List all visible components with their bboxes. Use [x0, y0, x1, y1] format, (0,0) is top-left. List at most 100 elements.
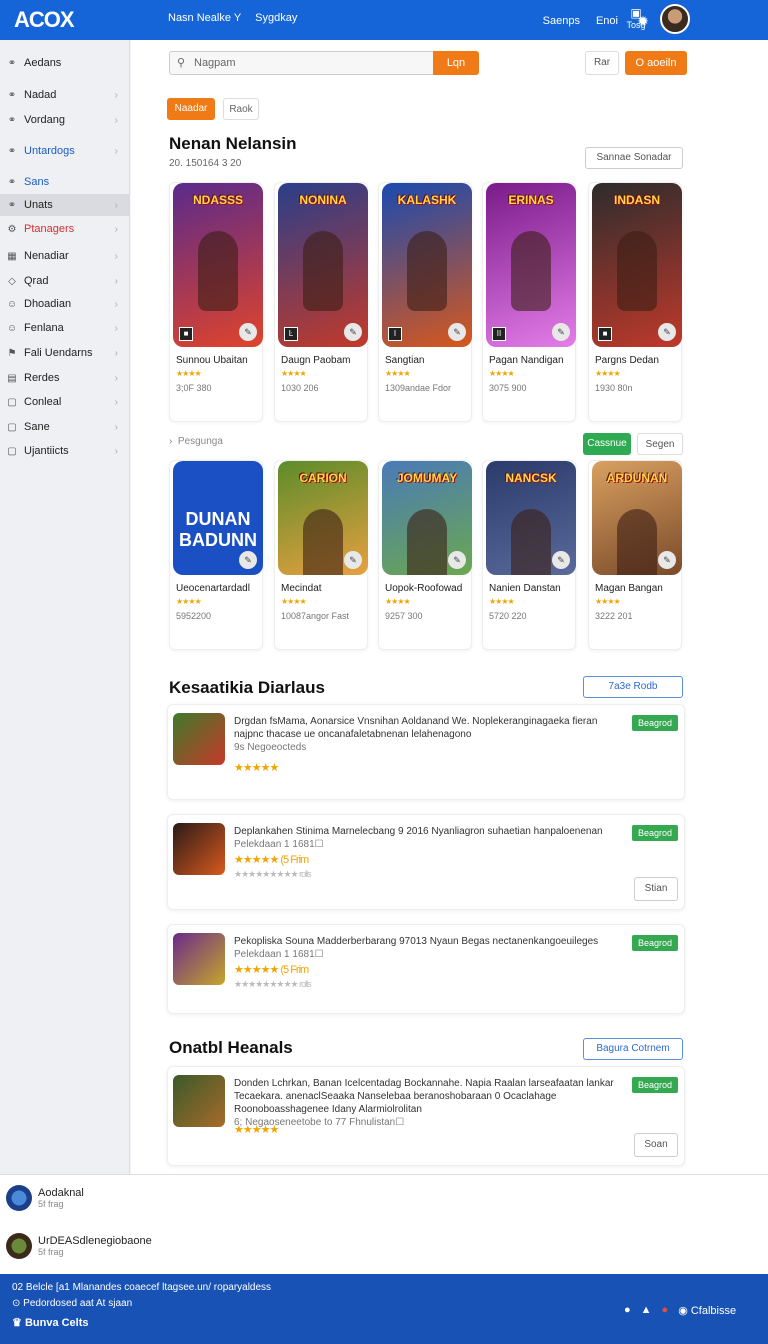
- edit-icon[interactable]: ✎: [658, 323, 676, 341]
- game-title: Magan Bangan: [595, 583, 663, 594]
- star-rating: ★★★★★ (5 Frim: [234, 854, 309, 866]
- review-card[interactable]: Deplankahen Stinima Marnelecbang 9 2016 …: [167, 814, 685, 910]
- sidebar-item[interactable]: ☺ Fenlana ›: [0, 317, 130, 339]
- primary-action-button[interactable]: O aoeiln: [625, 51, 687, 75]
- secondary-action-button[interactable]: Stian: [634, 877, 678, 901]
- section-button[interactable]: Sannae Sonadar: [585, 147, 683, 169]
- edit-icon[interactable]: ✎: [448, 323, 466, 341]
- sidebar-item[interactable]: ⚭ Untardogs ›: [0, 140, 130, 162]
- game-thumbnail[interactable]: [173, 713, 225, 765]
- edit-icon[interactable]: ✎: [239, 551, 257, 569]
- game-thumbnail[interactable]: [173, 933, 225, 985]
- game-card[interactable]: NONINA Ŀ ✎ Daugn Paobam ★★★★ 1030 206: [274, 182, 368, 422]
- game-card[interactable]: ERINAS II ✎ Pagan Nandigan ★★★★ 3075 900: [482, 182, 576, 422]
- secondary-action-button[interactable]: Soan: [634, 1133, 678, 1157]
- get-button[interactable]: Beagrod: [632, 715, 678, 731]
- box-icon: ▢: [7, 396, 17, 408]
- game-thumbnail[interactable]: [173, 823, 225, 875]
- sidebar-item[interactable]: ▤ Rerdes ›: [0, 367, 130, 389]
- sidebar-item[interactable]: ⚭ Aedans: [0, 52, 130, 74]
- top-link-enoi[interactable]: Enoi: [596, 15, 618, 27]
- sidebar-item[interactable]: ⚭ Unats ›: [0, 194, 130, 216]
- edit-icon[interactable]: ✎: [239, 323, 257, 341]
- chat-icon[interactable]: ●: [624, 1304, 631, 1317]
- sidebar-item[interactable]: ⚭ Vordang ›: [0, 109, 130, 131]
- search-input[interactable]: ⚲ Nagpam: [169, 51, 435, 75]
- filter-chip[interactable]: Raok: [223, 98, 259, 120]
- secondary-button[interactable]: Rar: [585, 51, 619, 75]
- user-icon: ☺: [6, 322, 18, 334]
- edit-icon[interactable]: ✎: [552, 551, 570, 569]
- game-cover-art[interactable]: NANCSK ✎: [486, 461, 576, 575]
- chevron-right-icon: ›: [114, 250, 118, 262]
- edit-icon[interactable]: ✎: [658, 551, 676, 569]
- game-cover-art[interactable]: ARDUNAN ✎: [592, 461, 682, 575]
- sidebar-item[interactable]: ⚭ Nadad ›: [0, 84, 130, 106]
- chart-icon[interactable]: ▲: [641, 1304, 652, 1317]
- game-cover-art[interactable]: DUNAN BADUNN ✎: [173, 461, 263, 575]
- edit-icon[interactable]: ✎: [344, 551, 362, 569]
- sidebar-item[interactable]: ⚭ Sans: [0, 171, 130, 193]
- get-button[interactable]: Beagrod: [632, 1077, 678, 1093]
- edit-icon[interactable]: ✎: [552, 323, 570, 341]
- game-cover-art[interactable]: CARION ✎: [278, 461, 368, 575]
- game-cover-art[interactable]: KALASHK I ✎: [382, 183, 472, 347]
- user-avatar[interactable]: [660, 4, 690, 34]
- top-nav-item[interactable]: Sygdkay: [255, 12, 297, 24]
- game-cover-art[interactable]: ERINAS II ✎: [486, 183, 576, 347]
- game-card[interactable]: DUNAN BADUNN ✎ Ueocenartardadl ★★★★ 5952200: [169, 460, 263, 650]
- get-button[interactable]: Beagrod: [632, 825, 678, 841]
- star-rating: ★★★★: [176, 597, 202, 606]
- review-card[interactable]: Drgdan fsMama, Aonarsice Vnsnihan Aoldan…: [167, 704, 685, 800]
- sidebar-item[interactable]: ⚙ Ptanagers ›: [0, 218, 130, 240]
- section-title: Kesaatikia Diarlaus: [169, 678, 325, 697]
- game-cover-art[interactable]: NDASSS ■ ✎: [173, 183, 263, 347]
- user-entry[interactable]: UrDEASdlenegiobaone 5f frag: [6, 1233, 152, 1259]
- sidebar-item[interactable]: ☺ Dhoadian ›: [0, 293, 130, 315]
- account-button[interactable]: ▣ Tosg: [622, 6, 650, 34]
- sidebar-item[interactable]: ▢ Sane ›: [0, 416, 130, 438]
- top-nav-item[interactable]: Nasn Nealke Y: [168, 12, 241, 24]
- sidebar-item[interactable]: ▢ Ujantiicts ›: [0, 440, 130, 462]
- rating-distribution: ★★★★★★★★★ rolls: [234, 979, 312, 989]
- game-thumbnail[interactable]: [173, 1075, 225, 1127]
- sidebar-item[interactable]: ⚑ Fali Uendarns ›: [0, 342, 130, 364]
- sidebar-item[interactable]: ▦ Nenadiar ›: [0, 245, 130, 267]
- tab-chip-active[interactable]: Cassnue: [583, 433, 631, 455]
- get-button[interactable]: Beagrod: [632, 935, 678, 951]
- top-link-saenps[interactable]: Saenps: [543, 15, 580, 27]
- cover-title: CARION: [299, 471, 347, 485]
- game-card[interactable]: ARDUNAN ✎ Magan Bangan ★★★★ 3222 201: [588, 460, 682, 650]
- game-card[interactable]: INDASN ■ ✎ Pargns Dedan ★★★★ 1930 80n: [588, 182, 682, 422]
- review-meta: Pelekdaan 1 1681☐: [234, 839, 324, 850]
- game-card[interactable]: NDASSS ■ ✎ Sunnou Ubaitan ★★★★ 3;0F 380: [169, 182, 263, 422]
- edit-icon[interactable]: ✎: [448, 551, 466, 569]
- sidebar-item[interactable]: ▢ Conleal ›: [0, 391, 130, 413]
- user-entry[interactable]: Aodaknal 5f frag: [6, 1185, 84, 1211]
- review-card[interactable]: Pekopliska Souna Madderberbarang 97013 N…: [167, 924, 685, 1014]
- sidebar-item[interactable]: ◇ Qrad ›: [0, 270, 130, 292]
- character-figure: [303, 231, 343, 311]
- game-card[interactable]: NANCSK ✎ Nanien Danstan ★★★★ 5720 220: [482, 460, 576, 650]
- game-card[interactable]: CARION ✎ Mecindat ★★★★ 10087angor Fast: [274, 460, 368, 650]
- game-card[interactable]: JOMUMAY ✎ Uopok-Roofowad ★★★★ 9257 300: [378, 460, 472, 650]
- search-button[interactable]: Lqn: [433, 51, 479, 75]
- rating-distribution: ★★★★★★★★★ rolls: [234, 869, 312, 879]
- star-rating: ★★★★: [176, 369, 202, 378]
- edit-icon[interactable]: ✎: [344, 323, 362, 341]
- game-card[interactable]: KALASHK I ✎ Sangtian ★★★★ 1309andae Fdor: [378, 182, 472, 422]
- star-rating: ★★★★: [489, 369, 515, 378]
- review-card[interactable]: Donden Lchrkan, Banan Icelcentadag Bocka…: [167, 1066, 685, 1166]
- game-cover-art[interactable]: NONINA Ŀ ✎: [278, 183, 368, 347]
- game-meta: 9257 300: [385, 611, 423, 621]
- filter-chip-active[interactable]: Naadar: [167, 98, 215, 120]
- tab-chip[interactable]: Segen: [637, 433, 683, 455]
- game-cover-art[interactable]: JOMUMAY ✎: [382, 461, 472, 575]
- app-logo[interactable]: ACOX: [14, 7, 75, 33]
- section-button[interactable]: Bagura Cotrnem: [583, 1038, 683, 1060]
- alert-icon[interactable]: ●: [662, 1304, 669, 1317]
- account-icon[interactable]: ◉ Cfalbisse: [678, 1304, 736, 1317]
- sidebar-users: Aodaknal 5f frag UrDEASdlenegiobaone 5f fr…: [0, 1174, 768, 1274]
- section-button[interactable]: 7a3e Rodb: [583, 676, 683, 698]
- game-cover-art[interactable]: INDASN ■ ✎: [592, 183, 682, 347]
